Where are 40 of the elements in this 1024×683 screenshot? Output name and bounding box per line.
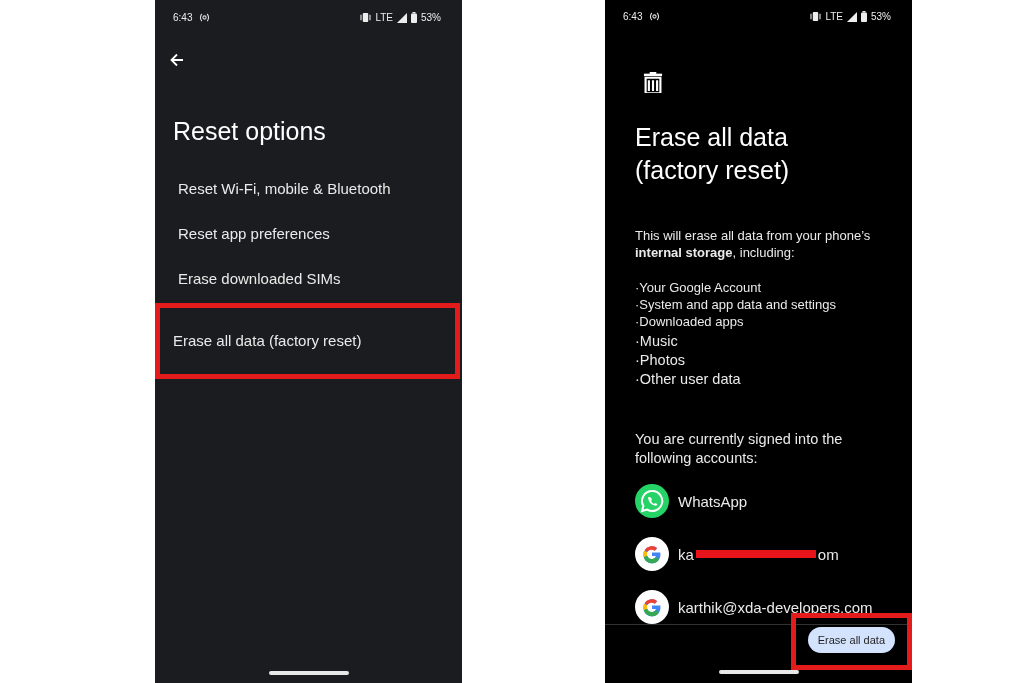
account-name: om <box>817 545 839 563</box>
list-item: ·Music <box>635 332 679 352</box>
list-item: ·Photos <box>635 351 686 371</box>
screen-title: Reset options <box>173 117 327 146</box>
account-name: WhatsApp <box>678 492 748 510</box>
hotspot-icon <box>199 13 211 22</box>
highlighted-menu-item[interactable]: Erase all data (factory reset) <box>155 303 460 379</box>
list-item: ·Other user data <box>635 370 742 390</box>
vibrate-icon <box>360 13 372 22</box>
status-time: 6:43 <box>173 12 193 23</box>
navigation-handle[interactable] <box>268 671 349 675</box>
account-name: ka <box>678 545 694 563</box>
hotspot-icon <box>649 12 661 21</box>
network-type: LTE <box>375 12 393 23</box>
list-item: ·System and app data and settings <box>635 296 837 314</box>
status-time: 6:43 <box>623 11 643 22</box>
battery-level: 53% <box>871 11 891 22</box>
network-type: LTE <box>825 11 843 22</box>
battery-icon <box>411 12 417 23</box>
list-item: ·Your Google Account <box>635 279 762 297</box>
signal-icon <box>847 11 857 22</box>
screen-title: Erase all data (factory reset) <box>635 122 791 187</box>
back-arrow-icon[interactable] <box>170 53 184 67</box>
menu-item[interactable]: Reset Wi-Fi, mobile & Bluetooth <box>155 168 462 213</box>
accounts-intro-text: You are currently signed into the following accounts: <box>635 430 844 469</box>
menu-item[interactable]: Erase downloaded SIMs <box>155 258 462 303</box>
erase-all-data-button[interactable]: Erase all data <box>807 627 895 654</box>
vibrate-icon <box>810 12 822 21</box>
signal-icon <box>397 12 407 23</box>
account-name: karthik@xda-developers.com <box>678 598 873 616</box>
description-text: This will erase all data from your phone’s internal storage, including: <box>635 227 872 262</box>
battery-icon <box>861 11 867 22</box>
trash-icon <box>642 72 664 94</box>
google-g-icon <box>635 537 669 572</box>
battery-level: 53% <box>421 12 441 23</box>
list-item: ·Downloaded apps <box>635 313 745 331</box>
navigation-handle[interactable] <box>718 670 799 675</box>
google-g-icon <box>635 590 669 625</box>
menu-item[interactable]: Reset app preferences <box>155 213 462 258</box>
chat-bubble-icon <box>635 484 669 519</box>
